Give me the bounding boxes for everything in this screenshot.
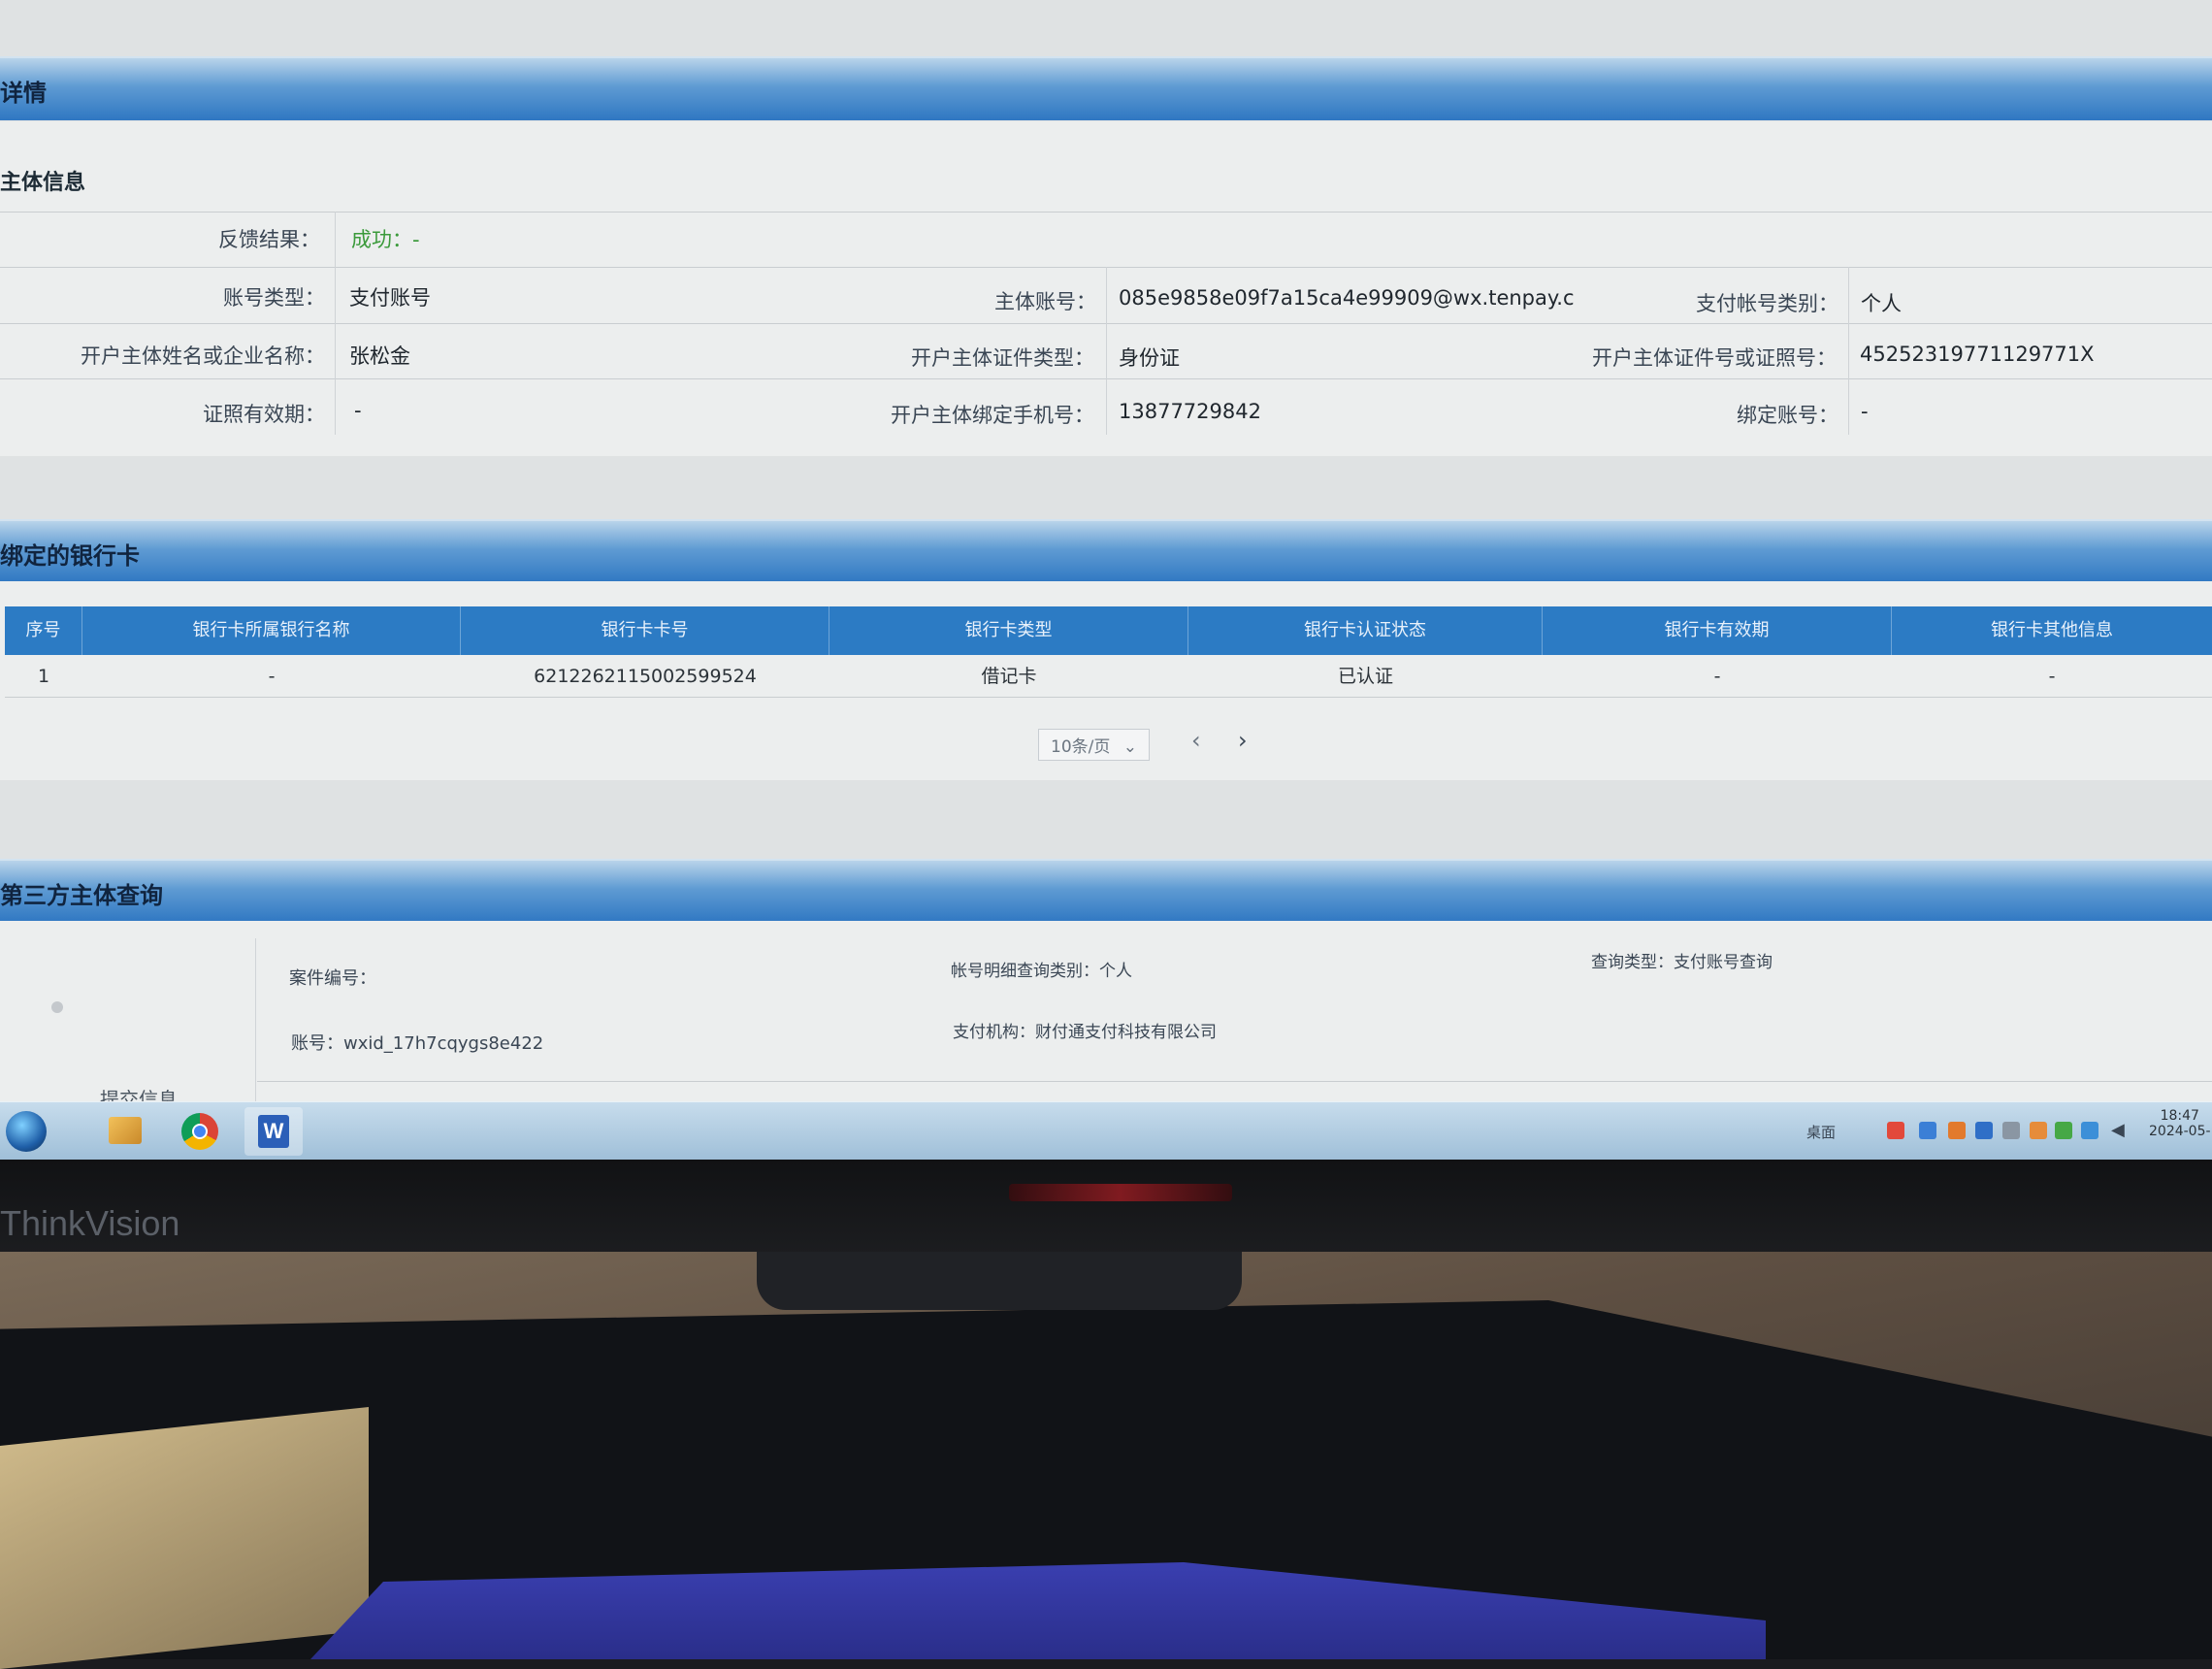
- id-number-value: 452523197711297​71X: [1860, 343, 2095, 366]
- case-number-label: 案件编号：: [289, 968, 376, 989]
- table-header-cell[interactable]: 银行卡所属银行名称: [82, 606, 461, 655]
- third-party-title: 第三方主体查询: [0, 882, 163, 909]
- subject-account-label: 主体账号：: [994, 290, 1096, 313]
- page-size-select[interactable]: 10条/页 ⌄: [1038, 729, 1151, 761]
- bound-account-value: -: [1861, 400, 1869, 423]
- details-title: 详情: [0, 80, 47, 107]
- chevron-down-icon: ⌄: [1122, 737, 1138, 757]
- holder-name-value: 张松金: [349, 344, 410, 368]
- speaker-icon[interactable]: ◀: [2111, 1120, 2125, 1140]
- table-cell: -: [268, 666, 276, 687]
- details-header: 详情: [0, 56, 2212, 120]
- payment-category-value: 个人: [1861, 292, 1902, 315]
- table-row[interactable]: 1 - 6212262115002599524 借记卡 已认证 - -: [5, 656, 2212, 698]
- table-cell: -: [1713, 666, 1721, 687]
- desk-object-box: [0, 1407, 369, 1669]
- next-page-button[interactable]: ›: [1238, 727, 1248, 754]
- monitor-stand: [757, 1252, 1242, 1310]
- display-icon[interactable]: [2002, 1122, 2020, 1139]
- pen-icon[interactable]: [2081, 1122, 2098, 1139]
- radio-icon[interactable]: [51, 1001, 63, 1013]
- taskbar: W 桌面 ◀ 18:47 2024-05-: [0, 1101, 2212, 1160]
- bank-cards-panel: 序号 银行卡所属银行名称 银行卡卡号 银行卡类型 银行卡认证状态 银行卡有效期 …: [0, 581, 2212, 780]
- license-validity-label: 证照有效期：: [203, 403, 325, 426]
- folder-icon: [109, 1117, 142, 1144]
- subject-account-value: 085e9858e09f7a15ca4e99909@wx.tenpay.c: [1119, 286, 1575, 310]
- page-size-value: 10条/页: [1051, 737, 1111, 757]
- security-icon[interactable]: [1948, 1122, 1966, 1139]
- app-tray-icon[interactable]: [2030, 1122, 2047, 1139]
- payment-category-label: 支付帐号类别：: [1696, 292, 1838, 315]
- divider: [0, 212, 2212, 213]
- id-number-label: 开户主体证件号或证照号：: [1592, 346, 1837, 370]
- prev-page-button[interactable]: ‹: [1191, 727, 1201, 754]
- bound-phone-value: 13877729842: [1119, 400, 1261, 423]
- divider: [257, 1081, 2212, 1082]
- monitor-screen: 详情 主体信息 反馈结果： 成功：- 账号类型： 支付账号 主体账号： 085e…: [0, 0, 2212, 1160]
- id-type-value: 身份证: [1119, 346, 1180, 370]
- divider: [1106, 267, 1107, 435]
- detail-query-type: 帐号明细查询类别：个人: [951, 962, 1132, 981]
- word-icon: W: [258, 1115, 289, 1148]
- monitor-brand-logo: ThinkVision: [0, 1203, 180, 1243]
- bank-cards-header: 绑定的银行卡: [0, 519, 2212, 583]
- table-cell: 1: [37, 666, 50, 687]
- table-header-cell[interactable]: 银行卡其他信息: [1892, 606, 2212, 655]
- account-type-label: 账号类型：: [223, 286, 325, 310]
- license-validity-value: -: [354, 399, 362, 422]
- third-party-panel: 提交信息 案件编号： 帐号明细查询类别：个人 查询类型：支付账号查询 账号：wx…: [0, 921, 2212, 1111]
- payment-institution: 支付机构：财付通支付科技有限公司: [953, 1023, 1217, 1042]
- account-value: 账号：wxid_17h7cqygs8e422: [291, 1033, 544, 1054]
- feedback-label: 反馈结果：: [218, 228, 320, 251]
- flag-icon[interactable]: [2055, 1122, 2072, 1139]
- table-header-cell[interactable]: 序号: [5, 606, 82, 655]
- bound-account-label: 绑定账号：: [1737, 404, 1838, 427]
- clock-date: 2024-05-: [2149, 1124, 2211, 1139]
- taskbar-app-chrome[interactable]: [170, 1107, 228, 1156]
- holder-name-label: 开户主体姓名或企业名称：: [81, 344, 325, 368]
- table-cell: 借记卡: [981, 666, 1037, 687]
- divider: [335, 212, 336, 435]
- table-header-cell[interactable]: 银行卡有效期: [1543, 606, 1892, 655]
- clock[interactable]: 18:47 2024-05-: [2149, 1108, 2211, 1139]
- third-party-left-cell: 提交信息: [8, 938, 256, 1111]
- table-header-cell[interactable]: 银行卡类型: [830, 606, 1188, 655]
- id-type-label: 开户主体证件类型：: [911, 346, 1094, 370]
- desktop-toolbar-label[interactable]: 桌面: [1806, 1122, 1836, 1142]
- bound-phone-label: 开户主体绑定手机号：: [891, 404, 1094, 427]
- windows-logo-icon: [6, 1111, 47, 1152]
- bank-cards-title: 绑定的银行卡: [0, 542, 140, 570]
- taskbar-app-word[interactable]: W: [244, 1107, 303, 1156]
- taskbar-app-explorer[interactable]: [95, 1107, 153, 1156]
- chrome-icon: [181, 1113, 218, 1150]
- subject-info-title: 主体信息: [0, 171, 86, 195]
- table-header-cell[interactable]: 银行卡认证状态: [1188, 606, 1543, 655]
- query-type: 查询类型：支付账号查询: [1591, 953, 1773, 972]
- account-type-value: 支付账号: [349, 286, 431, 310]
- clock-time: 18:47: [2160, 1108, 2199, 1124]
- table-header-cell[interactable]: 银行卡卡号: [461, 606, 830, 655]
- third-party-header: 第三方主体查询: [0, 859, 2212, 923]
- subject-info-panel: 主体信息 反馈结果： 成功：- 账号类型： 支付账号 主体账号： 085e985…: [0, 121, 2212, 456]
- qq-icon[interactable]: [1975, 1122, 1993, 1139]
- table-cell: -: [2048, 666, 2056, 687]
- feedback-value: 成功：-: [351, 228, 420, 251]
- start-button[interactable]: [0, 1107, 54, 1156]
- sogou-input-icon[interactable]: [1887, 1122, 1904, 1139]
- table-cell: 已认证: [1337, 666, 1393, 687]
- reflection-logo: [1009, 1184, 1232, 1201]
- network-icon[interactable]: [1919, 1122, 1936, 1139]
- table-cell: 6212262115002599524: [534, 666, 757, 687]
- divider: [1848, 267, 1849, 435]
- bank-table-header: 序号 银行卡所属银行名称 银行卡卡号 银行卡类型 银行卡认证状态 银行卡有效期 …: [5, 606, 2212, 655]
